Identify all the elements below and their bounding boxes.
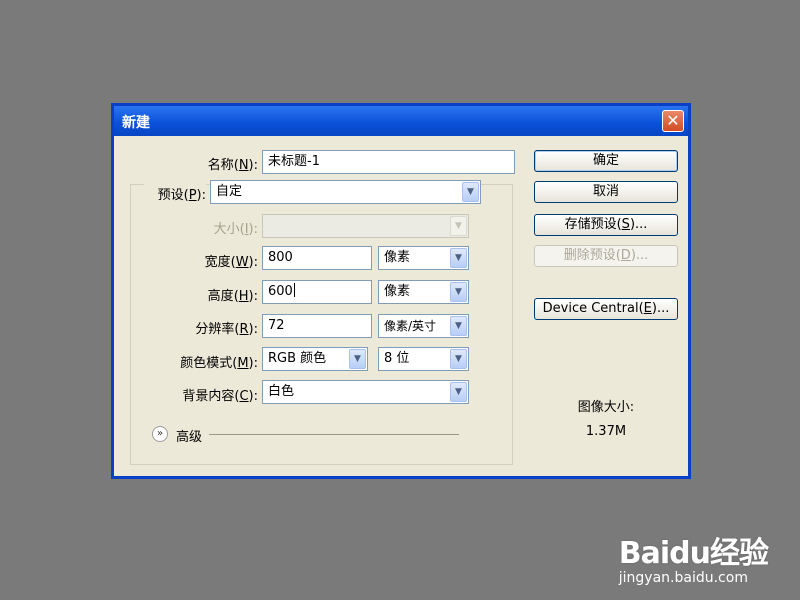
resolution-unit-select[interactable]: 像素/英寸 ▼ — [378, 314, 469, 338]
save-preset-button[interactable]: 存储预设(S)... — [534, 214, 678, 236]
baidu-jingyan-watermark: Baidu经验 jingyan.baidu.com — [618, 536, 769, 587]
color-mode-select[interactable]: RGB 颜色 ▼ — [262, 347, 368, 371]
resolution-label: 分辨率(R): — [195, 322, 258, 337]
watermark-url: jingyan.baidu.com — [618, 570, 748, 586]
width-input[interactable]: 800 — [262, 246, 372, 270]
delete-preset-button[interactable]: 删除预设(D)... — [534, 245, 678, 267]
chevron-down-icon: ▼ — [462, 182, 479, 202]
advanced-toggle-label[interactable]: 高级 — [176, 426, 202, 445]
bit-depth-select[interactable]: 8 位 ▼ — [378, 347, 469, 371]
chevron-down-icon: ▼ — [450, 382, 467, 402]
device-central-button[interactable]: Device Central(E)... — [534, 298, 678, 320]
height-label: 高度(H): — [207, 289, 258, 304]
name-input[interactable]: 未标题-1 — [262, 150, 515, 174]
background-label: 背景内容(C): — [182, 389, 258, 404]
background-select[interactable]: 白色 ▼ — [262, 380, 469, 404]
cancel-button[interactable]: 取消 — [534, 181, 678, 203]
color-mode-label: 颜色模式(M): — [180, 356, 258, 371]
new-document-dialog: 新建 ✕ 名称(N): 未标题-1 预设(P): 自定 ▼ 大小(I): ▼ 宽… — [111, 103, 691, 479]
height-unit-select[interactable]: 像素 ▼ — [378, 280, 469, 304]
resolution-input[interactable]: 72 — [262, 314, 372, 338]
size-select[interactable]: ▼ — [262, 214, 469, 238]
chevron-down-icon: ▼ — [349, 349, 366, 369]
image-size-label: 图像大小: — [577, 400, 635, 415]
watermark-logo: Baidu经验 — [618, 536, 769, 571]
advanced-divider — [209, 434, 459, 435]
chevron-down-icon: ▼ — [450, 282, 467, 302]
chevron-down-icon: ▼ — [450, 216, 467, 236]
width-unit-select[interactable]: 像素 ▼ — [378, 246, 469, 270]
dialog-title: 新建 — [122, 115, 150, 131]
height-input[interactable]: 600 — [262, 280, 372, 304]
chevron-down-icon: ▼ — [450, 316, 467, 336]
title-bar[interactable]: 新建 ✕ — [114, 106, 688, 136]
chevron-down-icon: ▼ — [450, 248, 467, 268]
chevron-double-down-icon[interactable]: » — [152, 426, 168, 442]
size-label: 大小(I): — [213, 222, 258, 237]
close-icon[interactable]: ✕ — [662, 110, 684, 132]
chevron-down-icon: ▼ — [450, 349, 467, 369]
preset-value: 自定 — [216, 184, 243, 199]
preset-label: 预设(P): — [144, 184, 206, 203]
image-size-value: 1.37M — [585, 424, 627, 439]
name-label: 名称(N): — [207, 158, 258, 173]
ok-button[interactable]: 确定 — [534, 150, 678, 172]
preset-select[interactable]: 自定 ▼ — [210, 180, 481, 204]
width-label: 宽度(W): — [204, 255, 258, 270]
